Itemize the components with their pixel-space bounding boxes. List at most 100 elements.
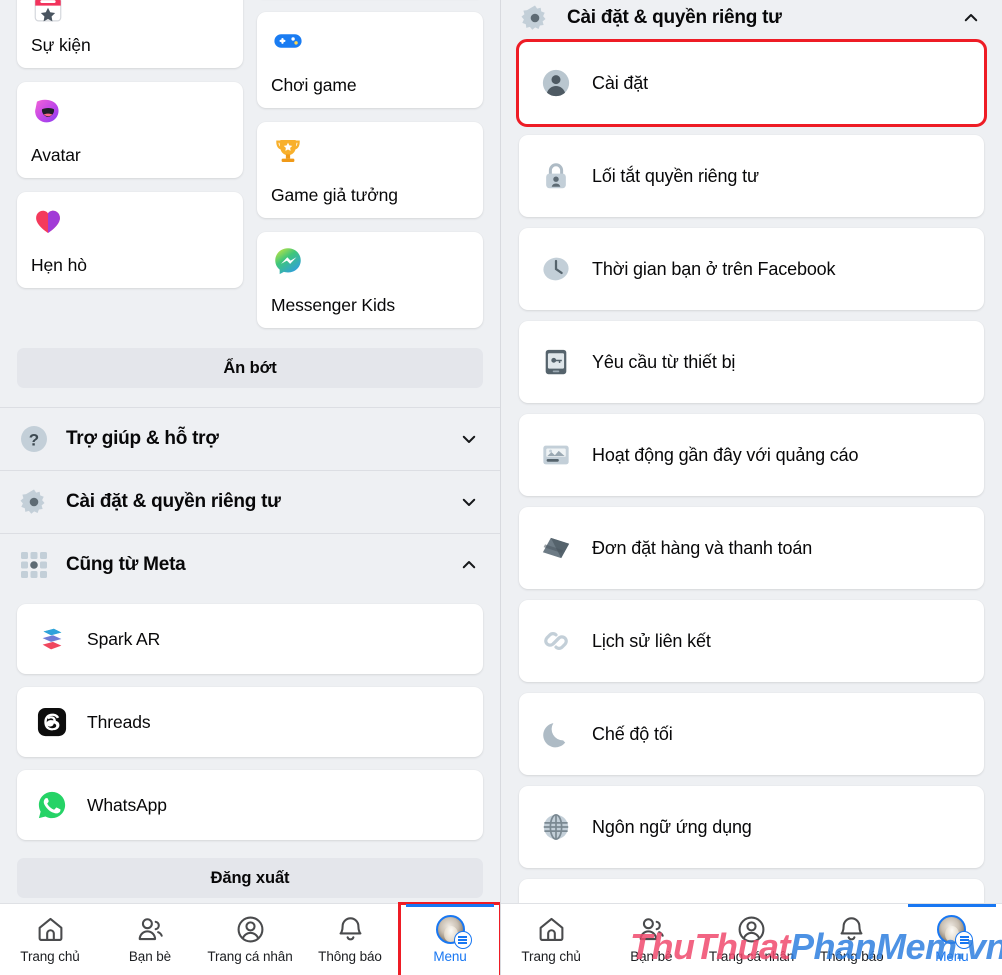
right-panel: Cài đặt & quyền riêng tư Cài đặt Lối tắt… <box>501 0 1002 975</box>
question-circle-icon: ? <box>21 426 47 452</box>
nav-trang-chu[interactable]: Trang chủ <box>501 904 601 975</box>
setting-ngon-ngu-ung-dung[interactable]: Ngôn ngữ ứng dụng <box>519 786 984 868</box>
nav-thong-bao[interactable]: Thông báo <box>802 904 902 975</box>
tile-label: Game giả tưởng <box>271 185 398 205</box>
meta-app-label: Threads <box>87 711 151 732</box>
nav-label: Bạn bè <box>128 949 172 964</box>
meta-app-whatsapp[interactable]: WhatsApp <box>17 770 483 840</box>
chevron-up-icon <box>964 14 978 22</box>
meta-app-label: Spark AR <box>87 628 161 649</box>
bottom-navigation-right: Trang chủ Bạn bè Trang cá nhân Thông báo… <box>501 903 1002 975</box>
nav-label: Menu <box>935 949 969 964</box>
tile-avatar[interactable]: Avatar <box>17 82 243 178</box>
credit-card-icon <box>542 537 570 559</box>
setting-hoat-dong-quang-cao[interactable]: Hoạt động gần đây với quảng cáo <box>519 414 984 496</box>
nav-label: Trang cá nhân <box>708 949 795 964</box>
accordion-label: Cũng từ Meta <box>66 554 186 575</box>
home-icon <box>539 917 564 941</box>
setting-label: Ngôn ngữ ứng dụng <box>592 816 752 837</box>
setting-label: Yêu cầu từ thiết bị <box>592 351 736 372</box>
nav-label: Bạn bè <box>630 949 673 964</box>
gamepad-icon <box>274 34 302 48</box>
accordion-label: Cài đặt & quyền riêng tư <box>66 491 281 512</box>
grid-dots-icon <box>21 552 47 578</box>
nav-label: Thông báo <box>819 949 884 964</box>
bell-icon <box>840 917 863 941</box>
lock-person-icon <box>546 163 566 189</box>
nav-menu[interactable]: Menu <box>902 903 1002 975</box>
nav-label: Trang chủ <box>521 949 581 964</box>
setting-don-dat-hang-thanh-toan[interactable]: Đơn đặt hàng và thanh toán <box>519 507 984 589</box>
threads-icon <box>37 707 67 737</box>
hamburger-badge-icon <box>453 931 472 949</box>
meta-app-spark-ar[interactable]: Spark AR <box>17 604 483 674</box>
setting-label: Thời gian bạn ở trên Facebook <box>592 258 836 279</box>
setting-cai-dat[interactable]: Cài đặt <box>516 39 987 127</box>
nav-trang-ca-nhan[interactable]: Trang cá nhân <box>200 904 300 975</box>
nav-thong-bao[interactable]: Thông báo <box>300 904 400 975</box>
friends-icon <box>138 918 163 941</box>
settings-items-list: Cài đặt Lối tắt quyền riêng tư Thời gian… <box>501 36 1002 903</box>
bell-icon <box>339 917 361 941</box>
gear-icon <box>521 5 546 30</box>
whatsapp-icon <box>38 791 66 819</box>
meta-apps-list: Spark AR Threads WhatsApp <box>0 596 500 840</box>
setting-lich-su-lien-ket[interactable]: Lịch sử liên kết <box>519 600 984 682</box>
bottom-navigation-left: Trang chủ Bạn bè Trang cá nhân Thông báo… <box>0 901 500 975</box>
setting-su-dung-du-lieu-di-dong[interactable]: Sử dụng dữ liệu di động <box>519 879 984 903</box>
avatar-face-icon <box>35 99 59 123</box>
trophy-icon <box>276 139 300 163</box>
nav-label: Menu <box>433 949 467 964</box>
setting-che-do-toi[interactable]: Chế độ tối <box>519 693 984 775</box>
tile-label: Chơi game <box>271 75 357 95</box>
tile-label: Messenger Kids <box>271 295 396 315</box>
nav-label: Thông báo <box>318 949 382 964</box>
accordion-tro-giup[interactable]: ? Trợ giúp & hỗ trợ <box>0 407 500 470</box>
nav-label: Trang chủ <box>20 949 80 964</box>
setting-label: Cài đặt <box>592 72 648 93</box>
tile-game-gia-tuong[interactable]: Game giả tưởng <box>257 122 483 218</box>
tile-messenger-kids[interactable]: Messenger Kids <box>257 232 483 328</box>
setting-loi-tat-quyen-rieng-tu[interactable]: Lối tắt quyền riêng tư <box>519 135 984 217</box>
tile-hen-ho[interactable]: Hẹn hò <box>17 192 243 288</box>
left-panel-scroll-area[interactable]: Sự kiện Avatar Hẹn hò Chơi game Game giả… <box>0 0 500 903</box>
tile-label: Hẹn hò <box>31 255 87 275</box>
spark-ar-icon <box>42 628 62 650</box>
settings-privacy-header[interactable]: Cài đặt & quyền riêng tư <box>501 0 1002 36</box>
accordion-cai-dat-quyen-rieng-tu[interactable]: Cài đặt & quyền riêng tư <box>0 470 500 533</box>
chevron-up-icon <box>462 561 476 569</box>
setting-thoi-gian-tren-facebook[interactable]: Thời gian bạn ở trên Facebook <box>519 228 984 310</box>
nav-trang-ca-nhan[interactable]: Trang cá nhân <box>701 904 801 975</box>
dating-heart-icon <box>36 210 60 233</box>
gear-icon <box>20 489 45 514</box>
nav-trang-chu[interactable]: Trang chủ <box>0 904 100 975</box>
accordion-cung-tu-meta[interactable]: Cũng từ Meta <box>0 533 500 596</box>
menu-avatar-icon <box>937 915 974 949</box>
nav-menu[interactable]: Menu <box>398 901 500 975</box>
globe-icon <box>543 813 569 841</box>
friends-icon <box>639 918 664 941</box>
tile-choi-game[interactable]: Chơi game <box>257 12 483 108</box>
nav-ban-be[interactable]: Bạn bè <box>601 904 701 975</box>
right-panel-scroll-area[interactable]: Cài đặt & quyền riêng tư Cài đặt Lối tắt… <box>501 0 1002 903</box>
logout-button[interactable]: Đăng xuất <box>17 858 483 898</box>
tile-su-kien[interactable]: Sự kiện <box>17 0 243 68</box>
svg-text:?: ? <box>29 431 39 450</box>
screenshot-root: Sự kiện Avatar Hẹn hò Chơi game Game giả… <box>0 0 1002 975</box>
meta-app-threads[interactable]: Threads <box>17 687 483 757</box>
link-chain-icon <box>544 632 568 650</box>
home-icon <box>38 917 62 941</box>
nav-ban-be[interactable]: Bạn bè <box>100 904 200 975</box>
collapse-button[interactable]: Ẩn bớt <box>17 348 483 388</box>
ad-activity-icon <box>543 445 569 465</box>
setting-yeu-cau-tu-thiet-bi[interactable]: Yêu cầu từ thiết bị <box>519 321 984 403</box>
tile-column-right: Chơi game Game giả tưởng Messenger Kids <box>257 0 483 328</box>
profile-icon <box>738 916 765 943</box>
menu-avatar-icon <box>435 915 472 949</box>
setting-label: Lịch sử liên kết <box>592 630 711 651</box>
shortcut-tile-grid: Sự kiện Avatar Hẹn hò Chơi game Game giả… <box>0 0 500 328</box>
tile-label: Avatar <box>31 145 81 165</box>
tile-label: Sự kiện <box>31 35 91 55</box>
nav-label: Trang cá nhân <box>207 949 293 964</box>
profile-icon <box>237 916 263 943</box>
